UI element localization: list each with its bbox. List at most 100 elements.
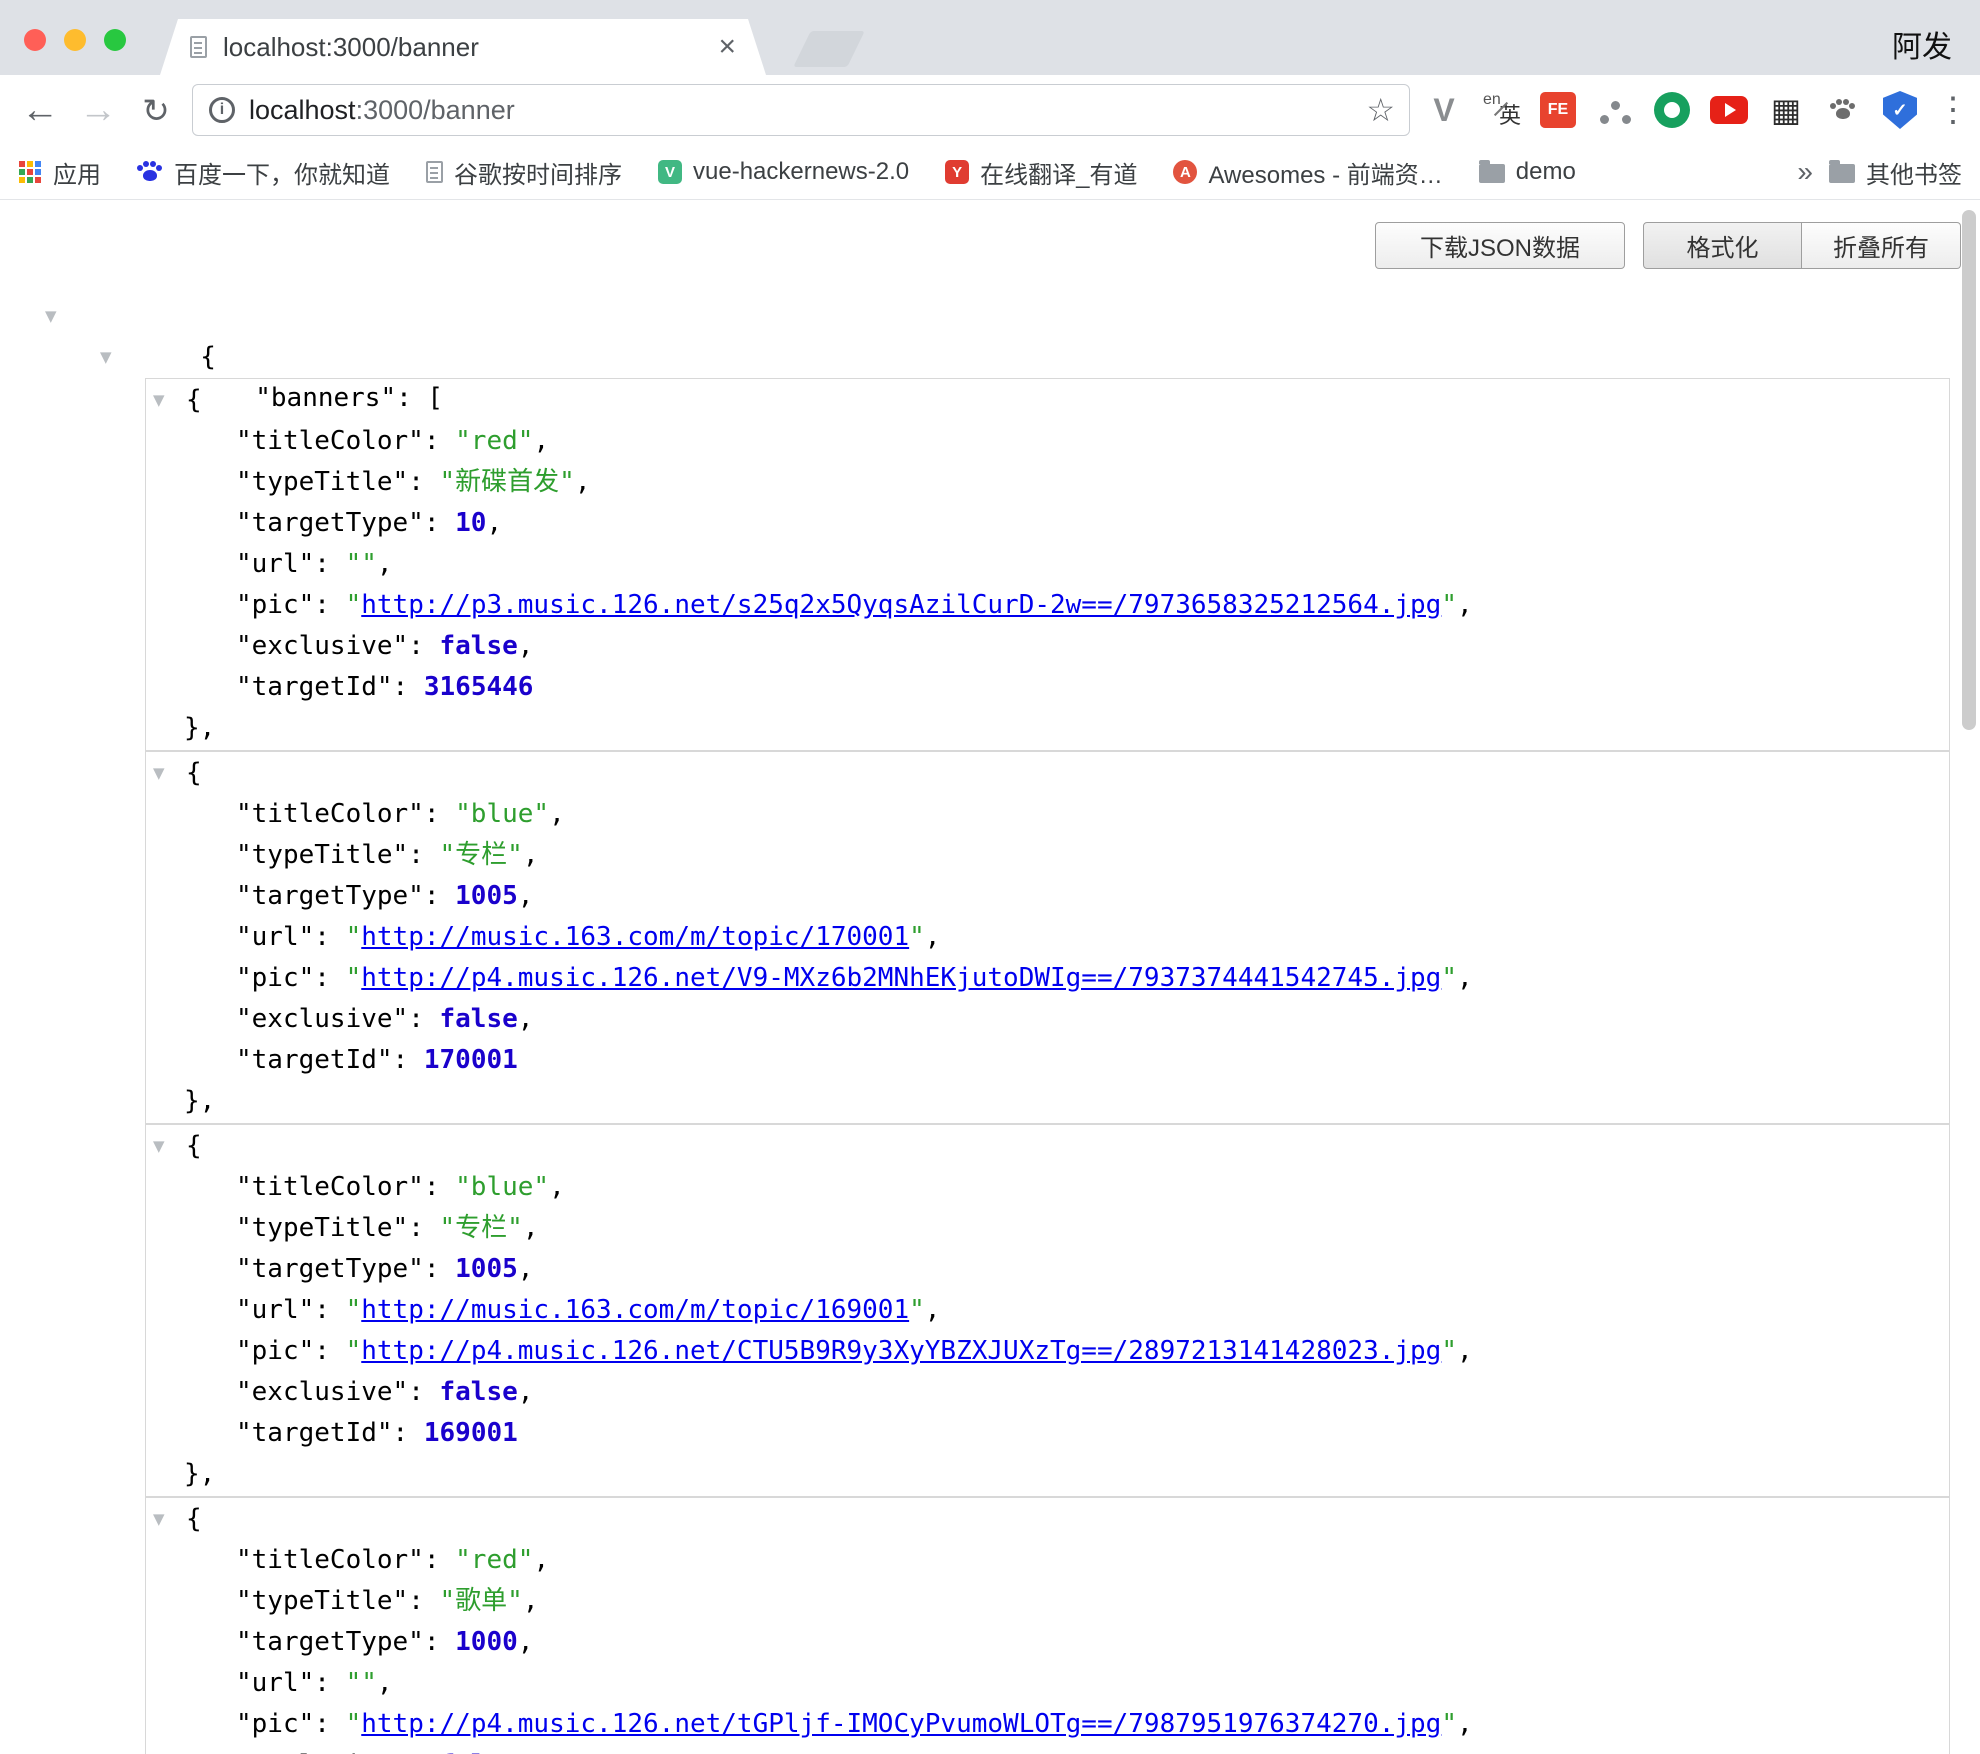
json-property-line: "titleColor": "red", (146, 1540, 1949, 1581)
reload-button[interactable]: ↻ (136, 94, 176, 127)
bookmark-awesomes[interactable]: A Awesomes - 前端资… (1173, 155, 1442, 190)
json-boolean-value: false (440, 1750, 518, 1754)
json-property-line: "targetType": 1005, (146, 876, 1949, 917)
url-text[interactable]: localhost:3000/banner (249, 95, 515, 126)
json-key: "exclusive" (236, 631, 408, 661)
collapse-toggle-icon[interactable]: ▼ (45, 296, 57, 337)
json-url-link[interactable]: http://music.163.com/m/topic/170001 (361, 922, 909, 952)
json-close-brace-line: }, (146, 1081, 1949, 1122)
collapse-toggle-icon[interactable]: ▼ (153, 1126, 165, 1167)
json-string-value: "blue" (455, 799, 549, 829)
json-property-line: "targetId": 169001 (146, 1413, 1949, 1454)
json-punctuation: : (314, 1668, 345, 1698)
qrcode-glyph: ▦ (1771, 94, 1801, 126)
banner-object-block: ▼{"titleColor": "blue","typeTitle": "专栏"… (145, 1124, 1950, 1497)
new-tab-button[interactable] (793, 31, 865, 67)
bookmark-google-sort[interactable]: 谷歌按时间排序 (426, 155, 622, 190)
close-tab-icon[interactable]: × (718, 32, 736, 62)
json-key: "typeTitle" (236, 840, 408, 870)
shield-check-extension-icon[interactable]: ✓ (1880, 90, 1920, 130)
page-content: 下载JSON数据 格式化 折叠所有 ▼{ ▼banners: [ ▼{"titl… (0, 200, 1980, 1754)
collapse-toggle-icon[interactable]: ▼ (153, 1499, 165, 1540)
json-key: "pic" (236, 963, 314, 993)
fullscreen-window-button[interactable] (104, 29, 126, 51)
page-info-icon[interactable]: i (209, 97, 235, 123)
collapse-all-button[interactable]: 折叠所有 (1802, 222, 1961, 269)
browser-tab[interactable]: localhost:3000/banner × (160, 19, 766, 75)
json-string-value: "red" (455, 426, 533, 456)
json-punctuation: { (186, 1504, 202, 1534)
json-property-line: "url": "http://music.163.com/m/topic/170… (146, 917, 1949, 958)
youtube-extension-icon[interactable] (1709, 90, 1749, 130)
collapse-toggle-icon[interactable]: ▼ (153, 380, 165, 421)
translate-glyphs: en 英 (1481, 90, 1521, 130)
bookmark-vue-hackernews[interactable]: V vue-hackernews-2.0 (658, 158, 909, 186)
green-ring-extension-icon[interactable] (1652, 90, 1692, 130)
profile-name: 阿发 (1892, 22, 1952, 66)
json-punctuation: : (314, 590, 345, 620)
json-string-value: " (1441, 963, 1457, 993)
fehelper-extension-icon[interactable]: FE (1538, 90, 1578, 130)
bookmark-label: 在线翻译_有道 (980, 155, 1137, 190)
json-property-line: "exclusive": false, (146, 626, 1949, 667)
qrcode-extension-icon[interactable]: ▦ (1766, 90, 1806, 130)
json-url-link[interactable]: http://p3.music.126.net/s25q2x5QyqsAzilC… (361, 590, 1441, 620)
json-punctuation: { (186, 758, 202, 788)
bookmark-apps[interactable]: 应用 (18, 155, 101, 190)
download-json-button[interactable]: 下载JSON数据 (1375, 222, 1625, 269)
json-key: "exclusive" (236, 1377, 408, 1407)
browser-navbar: ← → ↻ i localhost:3000/banner ☆ V en 英 F… (0, 75, 1980, 145)
bookmarks-overflow-icon[interactable]: » (1797, 156, 1813, 188)
json-punctuation: : (408, 1004, 439, 1034)
collapse-toggle-icon[interactable]: ▼ (153, 753, 165, 794)
json-string-value: " (346, 1336, 362, 1366)
json-punctuation: : (408, 1213, 439, 1243)
url-bar[interactable]: i localhost:3000/banner ☆ (192, 84, 1410, 136)
bookmark-label: 其他书签 (1866, 155, 1962, 190)
window-controls (24, 29, 126, 51)
banner-object-block: ▼{"titleColor": "red","typeTitle": "歌单",… (145, 1497, 1950, 1754)
json-key: "targetType" (236, 1254, 424, 1284)
bookmark-baidu[interactable]: 百度一下，你就知道 (137, 155, 390, 190)
json-string-value: "" (346, 549, 377, 579)
format-button[interactable]: 格式化 (1643, 222, 1802, 269)
bookmark-label: 谷歌按时间排序 (454, 155, 622, 190)
bookmark-demo-folder[interactable]: demo (1479, 158, 1576, 186)
bookmark-youdao-translate[interactable]: Y 在线翻译_有道 (945, 155, 1137, 190)
json-key: "url" (236, 1295, 314, 1325)
back-button[interactable]: ← (20, 91, 60, 129)
json-url-link[interactable]: http://p4.music.126.net/tGPljf-IMOCyPvum… (361, 1709, 1441, 1739)
json-punctuation: : (424, 426, 455, 456)
json-punctuation: : (424, 1627, 455, 1657)
translate-extension-icon[interactable]: en 英 (1481, 90, 1521, 130)
org-chart-extension-icon[interactable] (1595, 90, 1635, 130)
json-string-value: " (1441, 590, 1457, 620)
json-punctuation: }, (184, 1459, 215, 1489)
json-property-line: "exclusive": false (146, 1745, 1949, 1754)
json-boolean-value: false (440, 631, 518, 661)
green-ring-glyph (1654, 92, 1690, 128)
json-tree: ▼{ ▼banners: [ ▼{"titleColor": "red","ty… (0, 200, 1980, 1754)
folder-icon (1479, 164, 1505, 183)
chrome-menu-icon[interactable]: ⋮ (1936, 90, 1970, 130)
json-punctuation: : (408, 467, 439, 497)
paw-extension-icon[interactable] (1823, 90, 1863, 130)
vimium-extension-icon[interactable]: V (1424, 90, 1464, 130)
scrollbar-thumb[interactable] (1962, 210, 1976, 730)
banner-objects-container: ▼{"titleColor": "red","typeTitle": "新碟首发… (145, 378, 1950, 1754)
json-punctuation: : (408, 1750, 439, 1754)
bookmark-star-icon[interactable]: ☆ (1366, 91, 1395, 129)
json-url-link[interactable]: http://p4.music.126.net/CTU5B9R9y3XyYBZX… (361, 1336, 1441, 1366)
json-property-line: "exclusive": false, (146, 1372, 1949, 1413)
json-url-link[interactable]: http://music.163.com/m/topic/169001 (361, 1295, 909, 1325)
close-window-button[interactable] (24, 29, 46, 51)
json-key: "exclusive" (236, 1004, 408, 1034)
json-property-line: "pic": "http://p4.music.126.net/CTU5B9R9… (146, 1331, 1949, 1372)
forward-button[interactable]: → (78, 91, 118, 129)
fehelper-badge: FE (1540, 92, 1576, 128)
json-url-link[interactable]: http://p4.music.126.net/V9-MXz6b2MNhEKju… (361, 963, 1441, 993)
json-punctuation: , (549, 799, 565, 829)
collapse-toggle-icon[interactable]: ▼ (100, 337, 112, 378)
minimize-window-button[interactable] (64, 29, 86, 51)
bookmark-other-bookmarks[interactable]: 其他书签 (1829, 155, 1962, 190)
